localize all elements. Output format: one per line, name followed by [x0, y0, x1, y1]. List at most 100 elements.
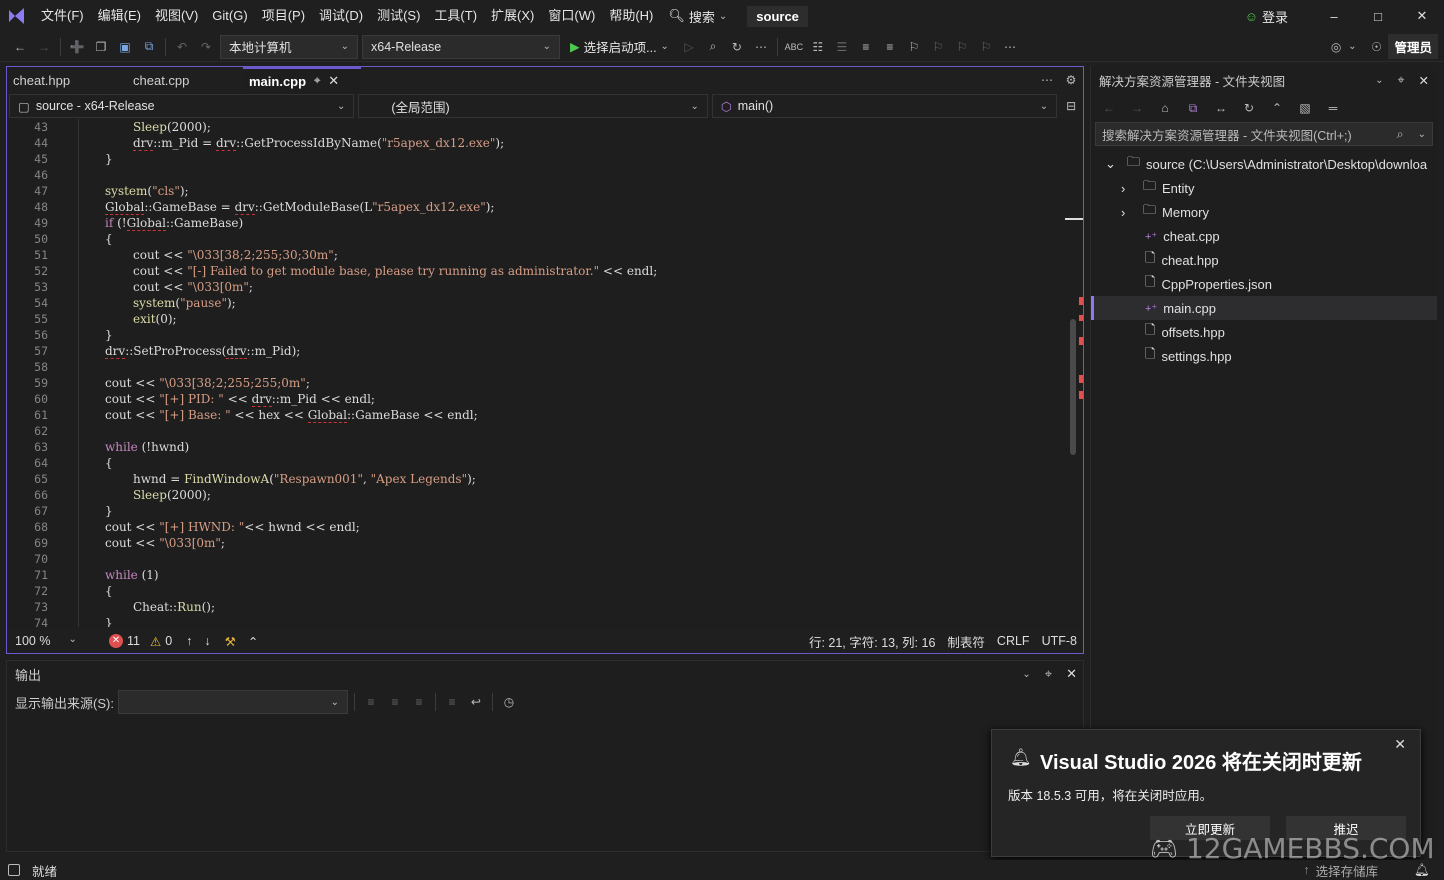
- back-icon[interactable]: ←: [9, 36, 31, 58]
- arrow-up-icon[interactable]: ↑: [186, 634, 192, 648]
- home-icon[interactable]: ⌂: [1154, 97, 1176, 119]
- pin-icon[interactable]: ⌖: [314, 75, 320, 88]
- tab-main-cpp[interactable]: main.cpp ⌖ ✕: [243, 67, 361, 93]
- zoom-combo[interactable]: 100 % ⌄: [7, 634, 93, 648]
- show-all-files-icon[interactable]: ▧: [1294, 97, 1316, 119]
- back-icon[interactable]: ←: [1098, 97, 1120, 119]
- line-ending[interactable]: CRLF: [997, 634, 1030, 648]
- error-count[interactable]: ✕ 11: [109, 634, 140, 648]
- menu-test[interactable]: 测试(S): [370, 0, 427, 32]
- chevron-down-icon[interactable]: ⌄: [1022, 669, 1030, 680]
- maximize-button[interactable]: □: [1356, 9, 1400, 24]
- share-icon[interactable]: ☉: [1365, 36, 1387, 58]
- member-combo[interactable]: ⬡ main() ⌄: [711, 94, 1058, 118]
- menu-debug[interactable]: 调试(D): [312, 0, 370, 32]
- forward-icon[interactable]: →: [1126, 97, 1148, 119]
- indent-mode[interactable]: 制表符: [947, 632, 985, 651]
- close-icon[interactable]: ✕: [1066, 666, 1077, 682]
- tab-overflow-icon[interactable]: ⋯: [1036, 69, 1058, 91]
- save-all-icon[interactable]: ⧉: [138, 36, 160, 58]
- next-message-icon[interactable]: ≡: [408, 691, 430, 713]
- hot-reload-icon[interactable]: ↻: [726, 36, 748, 58]
- tree-item-cheat-hpp[interactable]: 🗋︎ cheat.hpp: [1091, 248, 1437, 272]
- menu-project[interactable]: 项目(P): [255, 0, 312, 32]
- prev-message-icon[interactable]: ≡: [384, 691, 406, 713]
- start-button[interactable]: ▶ 选择启动项... ⌄: [562, 37, 677, 56]
- output-source-combo[interactable]: ⌄: [117, 690, 348, 714]
- menu-window[interactable]: 窗口(W): [541, 0, 602, 32]
- project-combo[interactable]: ▢ source - x64-Release ⌄: [9, 94, 355, 118]
- tree-item-offsets-hpp[interactable]: 🗋︎ offsets.hpp: [1091, 320, 1437, 344]
- undo-icon[interactable]: ↶: [171, 36, 193, 58]
- arrow-down-icon[interactable]: ↓: [204, 634, 210, 648]
- start-without-debug-icon[interactable]: ▷: [678, 36, 700, 58]
- chevron-down-icon[interactable]: ⌄: [1348, 41, 1356, 52]
- cleanup-icon[interactable]: ⚒: [225, 634, 236, 649]
- new-project-icon[interactable]: ➕: [66, 36, 88, 58]
- save-icon[interactable]: ▣: [114, 36, 136, 58]
- bookmark-icon[interactable]: ⚐: [903, 36, 925, 58]
- comment-icon[interactable]: ☷: [807, 36, 829, 58]
- more-icon[interactable]: ⋯: [999, 36, 1021, 58]
- clock-icon[interactable]: ◷: [498, 691, 520, 713]
- scrollbar-thumb[interactable]: [1070, 319, 1076, 455]
- file-encoding[interactable]: UTF-8: [1042, 634, 1077, 648]
- login-button[interactable]: ☺ 登录: [1245, 7, 1288, 26]
- redo-icon[interactable]: ↷: [195, 36, 217, 58]
- next-bookmark-icon[interactable]: ⚐: [951, 36, 973, 58]
- close-icon[interactable]: ✕: [328, 73, 339, 89]
- close-icon[interactable]: ✕: [1419, 73, 1429, 88]
- warning-count[interactable]: ⚠ 0: [150, 634, 172, 649]
- find-message-icon[interactable]: ≡: [360, 691, 382, 713]
- pin-icon[interactable]: ⌖: [1045, 666, 1052, 682]
- indent-icon[interactable]: ≡: [879, 36, 901, 58]
- properties-icon[interactable]: ═: [1322, 97, 1344, 119]
- switch-views-icon[interactable]: ⧉: [1182, 97, 1204, 119]
- solution-search-box[interactable]: 搜索解决方案资源管理器 - 文件夹视图(Ctrl+;) ⌕ ⌄: [1095, 122, 1433, 146]
- tab-cheat-cpp[interactable]: cheat.cpp: [127, 67, 243, 93]
- close-icon[interactable]: ✕: [1394, 736, 1406, 753]
- tree-item-cppproperties[interactable]: 🗋︎ CppProperties.json: [1091, 272, 1437, 296]
- sync-icon[interactable]: ↔: [1210, 97, 1232, 119]
- tree-root-folder[interactable]: ⌄ 🗀︎ source (C:\Users\Administrator\Desk…: [1091, 152, 1437, 176]
- settings-icon[interactable]: ⚙: [1060, 69, 1082, 91]
- outdent-icon[interactable]: ≡: [855, 36, 877, 58]
- uncomment-icon[interactable]: ☰: [831, 36, 853, 58]
- tab-cheat-hpp[interactable]: cheat.hpp: [7, 67, 127, 93]
- menu-edit[interactable]: 编辑(E): [91, 0, 148, 32]
- scope-combo[interactable]: (全局范围) ⌄: [358, 94, 708, 118]
- prev-bookmark-icon[interactable]: ⚐: [927, 36, 949, 58]
- tree-item-memory[interactable]: › 🗀︎ Memory: [1091, 200, 1437, 224]
- copilot-icon[interactable]: ◎: [1325, 36, 1347, 58]
- close-window-button[interactable]: ✕: [1400, 8, 1444, 24]
- menu-git[interactable]: Git(G): [205, 0, 254, 32]
- pin-icon[interactable]: ⌖: [1397, 73, 1404, 88]
- split-editor-icon[interactable]: ⊟: [1060, 95, 1082, 117]
- clear-bookmarks-icon[interactable]: ⚐: [975, 36, 997, 58]
- menu-view[interactable]: 视图(V): [148, 0, 205, 32]
- chevron-down-icon[interactable]: ⌄: [1375, 75, 1383, 86]
- tree-item-cheat-cpp[interactable]: +⁺ cheat.cpp: [1091, 224, 1437, 248]
- spellcheck-icon[interactable]: ABC: [783, 36, 805, 58]
- menu-tools[interactable]: 工具(T): [427, 0, 484, 32]
- menu-extensions[interactable]: 扩展(X): [484, 0, 541, 32]
- code-area[interactable]: 43 44 45 46 47 48 49 50 51 52 53 54 55 5…: [7, 119, 1083, 627]
- menu-help[interactable]: 帮助(H): [602, 0, 660, 32]
- tree-item-settings-hpp[interactable]: 🗋︎ settings.hpp: [1091, 344, 1437, 368]
- open-file-icon[interactable]: ❐: [90, 36, 112, 58]
- refresh-icon[interactable]: ↻: [1238, 97, 1260, 119]
- tree-item-entity[interactable]: › 🗀︎ Entity: [1091, 176, 1437, 200]
- tree-item-main-cpp[interactable]: +⁺ main.cpp: [1091, 296, 1437, 320]
- collapse-all-icon[interactable]: ⌃: [1266, 97, 1288, 119]
- config-combo[interactable]: x64-Release ⌄: [362, 34, 560, 59]
- forward-icon[interactable]: →: [33, 36, 55, 58]
- chevron-up-icon[interactable]: ⌃: [248, 634, 258, 649]
- cursor-position[interactable]: 行: 21, 字符: 13, 列: 16: [809, 632, 935, 651]
- word-wrap-icon[interactable]: ↩: [465, 691, 487, 713]
- global-search[interactable]: 🔍︎ 搜索 ⌄: [660, 7, 735, 26]
- menu-file[interactable]: 文件(F): [34, 0, 91, 32]
- browse-icon[interactable]: ⌕: [702, 36, 724, 58]
- minimize-button[interactable]: –: [1312, 9, 1356, 24]
- clear-all-icon[interactable]: ≡: [441, 691, 463, 713]
- machine-combo[interactable]: 本地计算机 ⌄: [220, 34, 358, 59]
